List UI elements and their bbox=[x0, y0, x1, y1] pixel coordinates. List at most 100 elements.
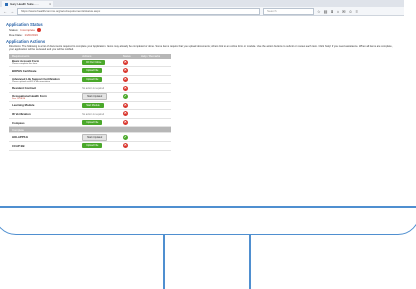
action-button[interactable]: Upload File bbox=[82, 143, 103, 149]
monitor: Gary Health Suite - ... × ← → https://ww… bbox=[0, 0, 416, 235]
requirement-name: BOPHS Certificate bbox=[12, 68, 37, 73]
action-cell: Mark Updated bbox=[79, 92, 120, 102]
browser-tab[interactable]: Gary Health Suite - ... × bbox=[2, 1, 53, 7]
action-button[interactable]: Mark Updated bbox=[82, 93, 108, 101]
page-content: Application Status Status: Incomplete Du… bbox=[0, 16, 404, 155]
x-icon: ✕ bbox=[122, 68, 128, 74]
status-line: Status: Incomplete bbox=[9, 28, 398, 32]
requirement-cell: Learning Module bbox=[9, 101, 80, 111]
tab-bar: Gary Health Suite - ... × bbox=[0, 0, 404, 7]
table-row: Basic Account Form Please complete this f… bbox=[9, 58, 171, 68]
download-icon[interactable]: ⬇ bbox=[330, 9, 333, 14]
url-input[interactable]: https://www.healthcomms.org/acu/requirem… bbox=[17, 7, 260, 15]
menu-icon[interactable]: ≡ bbox=[356, 9, 358, 14]
action-cell: Fill Out Online bbox=[79, 58, 120, 68]
requirement-cell: Advanced Life Support Certification Pleas… bbox=[9, 75, 80, 85]
requirement-cell: ID Verification bbox=[9, 109, 80, 119]
remarks-cell bbox=[137, 109, 171, 119]
action-button[interactable]: Fill Out Online bbox=[82, 59, 106, 65]
requirement-cell: HOLAPPS E bbox=[9, 132, 80, 142]
reader-icon[interactable]: ▤ bbox=[324, 9, 328, 14]
table-row: CCAP EB Upload File ✕ bbox=[9, 141, 171, 151]
home-icon[interactable]: ⌂ bbox=[337, 9, 339, 14]
requirement-name: Resident Contract bbox=[12, 86, 37, 91]
status-cell: ✓ bbox=[119, 92, 138, 102]
action-cell: Upload File bbox=[79, 66, 120, 76]
favicon-icon bbox=[5, 2, 8, 6]
status-cell: ✕ bbox=[119, 58, 138, 68]
due-label: Due Date: bbox=[9, 33, 23, 37]
table-row: Occupational Health Form Due 12/18/16 Mark… bbox=[9, 92, 171, 102]
x-icon: ✕ bbox=[122, 120, 128, 126]
status-cell: ✕ bbox=[119, 101, 138, 111]
requirement-name: Compass bbox=[12, 120, 25, 125]
requirement-name: CCAP EB bbox=[12, 143, 25, 148]
x-icon: ✕ bbox=[122, 85, 128, 91]
action-cell: Mark Updated bbox=[79, 132, 120, 142]
remarks-cell bbox=[137, 132, 171, 142]
monitor-bezel bbox=[0, 206, 416, 208]
requirement-cell: Resident Contract bbox=[9, 83, 80, 93]
requirement-name: ID Verification bbox=[12, 111, 31, 116]
remarks-cell bbox=[137, 58, 171, 68]
x-icon: ✕ bbox=[122, 77, 128, 83]
browser-window: Gary Health Suite - ... × ← → https://ww… bbox=[0, 0, 404, 206]
remarks-cell bbox=[137, 75, 171, 85]
check-icon: ✓ bbox=[122, 134, 128, 140]
requirement-name: Advanced Life Support Certification bbox=[12, 76, 60, 81]
status-cell: ✕ bbox=[119, 118, 138, 128]
action-cell: Upload File bbox=[79, 118, 120, 128]
action-cell: No action is required bbox=[79, 83, 120, 93]
requirements-table: Requirements Actions Status Help / Remar… bbox=[9, 53, 171, 151]
requirement-cell: Compass bbox=[9, 118, 80, 128]
requirement-name: HOLAPPS E bbox=[12, 135, 29, 140]
search-input[interactable]: Search bbox=[263, 7, 314, 15]
requirement-name: Learning Module bbox=[12, 103, 35, 108]
close-icon[interactable]: × bbox=[49, 1, 51, 7]
action-button[interactable]: Upload File bbox=[82, 68, 103, 74]
action-cell: Upload File bbox=[79, 141, 120, 151]
status-error-icon bbox=[37, 28, 42, 32]
action-cell: Upload File bbox=[79, 75, 120, 85]
remarks-cell bbox=[137, 118, 171, 128]
requirement-cell: CCAP EB bbox=[9, 141, 80, 151]
back-icon[interactable]: ← bbox=[3, 9, 7, 14]
x-icon: ✕ bbox=[122, 143, 128, 149]
status-cell: ✕ bbox=[119, 66, 138, 76]
monitor-stand-left bbox=[163, 234, 165, 289]
bookmark-icon[interactable]: ☆ bbox=[317, 9, 321, 14]
table-row: Compass Upload File ✕ bbox=[9, 118, 171, 128]
no-action-text: No action is required bbox=[82, 87, 105, 91]
action-button[interactable]: Upload File bbox=[82, 120, 103, 126]
status-cell: ✓ bbox=[119, 132, 138, 142]
status-cell: ✕ bbox=[119, 109, 138, 119]
action-button[interactable]: Start Module bbox=[82, 102, 104, 108]
x-icon: ✕ bbox=[122, 59, 128, 65]
no-action-text: No action is required bbox=[82, 112, 105, 116]
action-button[interactable]: Mark Updated bbox=[82, 133, 108, 141]
check-icon: ✓ bbox=[122, 94, 128, 100]
due-value: 1/20/2016 bbox=[24, 33, 38, 37]
table-row: ID Verification No action is required ✕ bbox=[9, 109, 171, 119]
action-cell: Start Module bbox=[79, 101, 120, 111]
requirement-note: Please complete this form bbox=[12, 63, 38, 66]
x-icon: ✕ bbox=[122, 111, 128, 117]
tab-title: Gary Health Suite - ... bbox=[10, 2, 39, 6]
mail-icon[interactable]: ✉ bbox=[342, 9, 345, 14]
monitor-stand-right bbox=[249, 234, 251, 289]
action-cell: No action is required bbox=[79, 109, 120, 119]
requirement-note: Please upload an ACLS documentation bbox=[12, 80, 51, 83]
remarks-cell bbox=[137, 92, 171, 102]
action-button[interactable]: Upload File bbox=[82, 77, 103, 83]
status-value: Incomplete bbox=[20, 28, 36, 32]
status-cell: ✕ bbox=[119, 83, 138, 93]
address-toolbar: ← → https://www.healthcomms.org/acu/requ… bbox=[0, 7, 404, 16]
requirement-cell: Basic Account Form Please complete this f… bbox=[9, 58, 80, 68]
forward-icon[interactable]: → bbox=[10, 9, 14, 14]
account-icon[interactable]: ☺ bbox=[349, 9, 353, 14]
status-cell: ✕ bbox=[119, 141, 138, 151]
requirements-rows: Basic Account Form Please complete this f… bbox=[9, 58, 171, 151]
instructions-text: Directions: The following is a list of d… bbox=[9, 45, 393, 52]
x-icon: ✕ bbox=[122, 102, 128, 108]
table-row: BOPHS Certificate Upload File ✕ bbox=[9, 66, 171, 76]
